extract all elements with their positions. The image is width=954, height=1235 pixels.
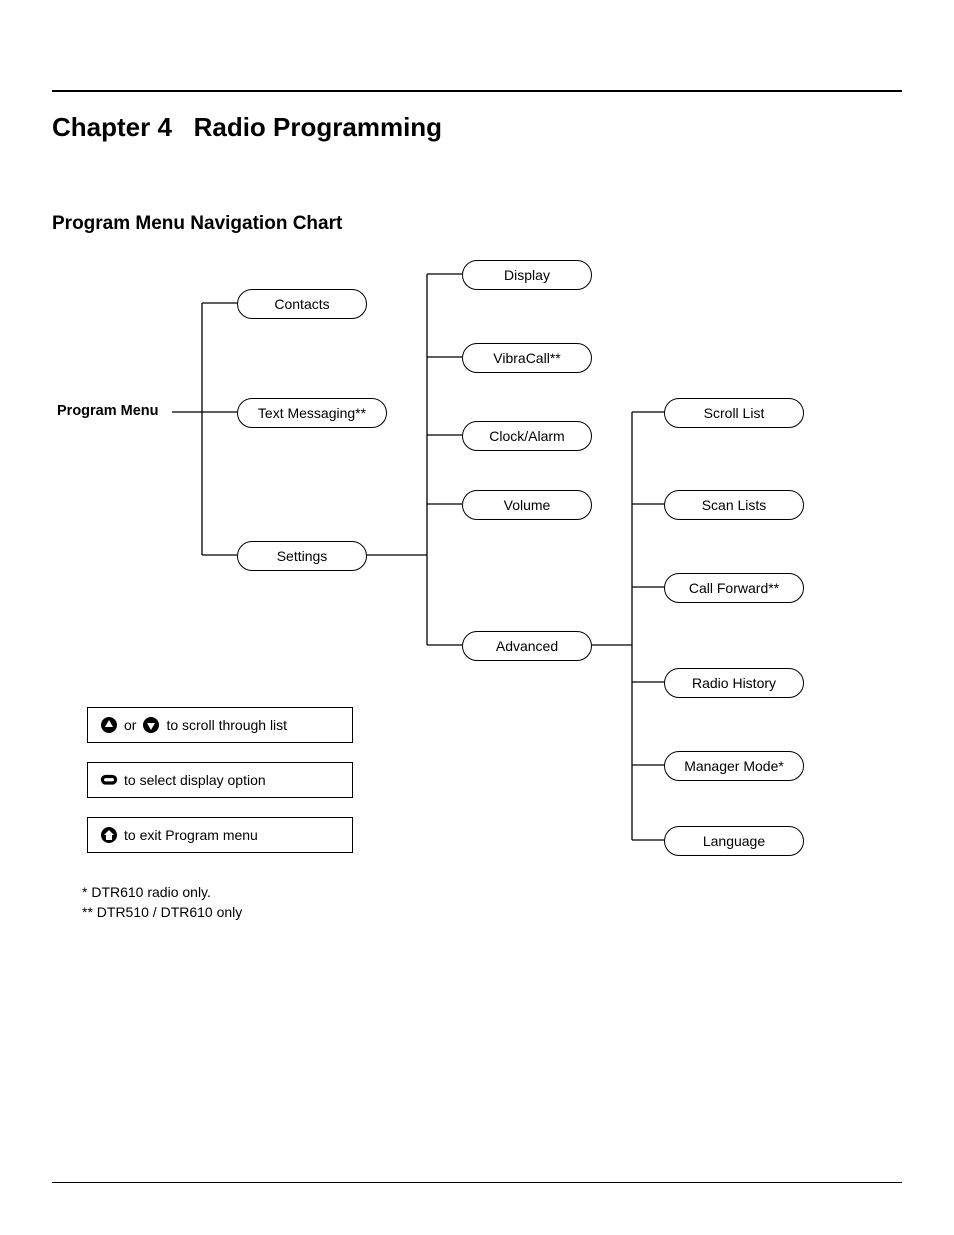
footnote-1: * DTR610 radio only. — [82, 883, 902, 903]
select-button-icon — [100, 771, 118, 789]
root-program-menu: Program Menu — [57, 403, 159, 419]
legend-scroll-text: to scroll through list — [166, 717, 287, 733]
footnotes: * DTR610 radio only. ** DTR510 / DTR610 … — [82, 883, 902, 922]
legend-select-text: to select display option — [124, 772, 266, 788]
node-radio-history: Radio History — [664, 668, 804, 698]
node-scan-lists: Scan Lists — [664, 490, 804, 520]
node-language: Language — [664, 826, 804, 856]
node-volume: Volume — [462, 490, 592, 520]
top-horizontal-rule — [52, 90, 902, 92]
legend-scroll: or to scroll through list — [87, 707, 353, 743]
node-contacts: Contacts — [237, 289, 367, 319]
node-settings: Settings — [237, 541, 367, 571]
section-heading: Program Menu Navigation Chart — [52, 213, 902, 235]
chapter-title: Radio Programming — [194, 112, 442, 142]
node-call-forward: Call Forward** — [664, 573, 804, 603]
navigation-chart: Program Menu Contacts Text Messaging** S… — [52, 245, 832, 865]
arrow-down-icon — [142, 716, 160, 734]
bottom-horizontal-rule — [52, 1182, 902, 1183]
chapter-heading: Chapter 4 Radio Programming — [52, 112, 902, 143]
legend-select: to select display option — [87, 762, 353, 798]
node-clock-alarm: Clock/Alarm — [462, 421, 592, 451]
node-scroll-list: Scroll List — [664, 398, 804, 428]
arrow-up-icon — [100, 716, 118, 734]
legend-exit-text: to exit Program menu — [124, 827, 258, 843]
node-advanced: Advanced — [462, 631, 592, 661]
footnote-2: ** DTR510 / DTR610 only — [82, 903, 902, 923]
node-text-messaging: Text Messaging** — [237, 398, 387, 428]
node-manager-mode: Manager Mode* — [664, 751, 804, 781]
node-vibracall: VibraCall** — [462, 343, 592, 373]
chapter-number: Chapter 4 — [52, 112, 172, 142]
node-display: Display — [462, 260, 592, 290]
legend-scroll-or: or — [124, 717, 136, 733]
legend-exit: to exit Program menu — [87, 817, 353, 853]
home-icon — [100, 826, 118, 844]
